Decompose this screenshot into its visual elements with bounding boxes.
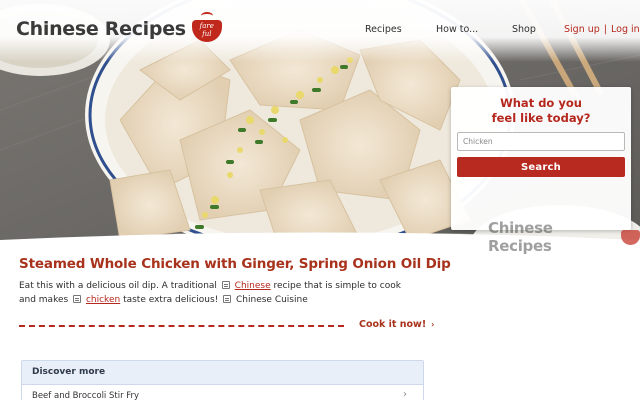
recipe-title[interactable]: Steamed Whole Chicken with Ginger, Sprin… (19, 256, 451, 272)
auth-separator: | (603, 24, 607, 35)
chevron-right-icon: › (403, 389, 407, 400)
cook-it-now-link[interactable]: Cook it now! › (359, 319, 434, 330)
discover-more-panel: Discover more Beef and Broccoli Stir Fry… (21, 360, 424, 400)
search-title-line1: What do you (500, 96, 582, 110)
logo-badge-text: fare ful (199, 22, 214, 38)
tag-icon (221, 281, 230, 289)
watermark-text: Chinese Recipes (488, 219, 553, 255)
nav-recipes[interactable]: Recipes (365, 24, 402, 35)
discover-item[interactable]: Beef and Broccoli Stir Fry › (22, 385, 423, 400)
search-card: What do you feel like today? Search (451, 87, 631, 230)
discover-item-label: Beef and Broccoli Stir Fry (32, 391, 140, 400)
watermark: Chinese Recipes (488, 219, 640, 255)
nav-how-to[interactable]: How to... (436, 24, 478, 35)
cook-it-now-label: Cook it now! (359, 319, 427, 330)
desc-text-1: Eat this with a delicious oil dip. A tra… (19, 281, 217, 291)
cuisine-tag[interactable]: Chinese Cuisine (236, 295, 308, 305)
dotted-divider (19, 325, 344, 327)
bowl-logo-icon: fare ful (191, 12, 222, 44)
auth-links: Sign up | Log in (564, 24, 640, 35)
nav-shop[interactable]: Shop (512, 24, 536, 35)
signup-link[interactable]: Sign up (564, 24, 600, 35)
site-header: Chinese Recipes fare ful Recipes How to.… (0, 0, 640, 62)
desc-text-3: taste extra delicious! (123, 295, 219, 305)
chinese-link[interactable]: Chinese (235, 281, 271, 291)
discover-more-title: Discover more (22, 361, 423, 385)
recipe-description: Eat this with a delicious oil dip. A tra… (19, 279, 419, 307)
logo-text: Chinese Recipes (16, 18, 186, 40)
login-link[interactable]: Log in (611, 24, 640, 35)
cuisine-tag-icon (223, 295, 232, 303)
chevron-right-icon: › (431, 320, 435, 329)
watermark-bowl-icon (620, 229, 640, 245)
search-input[interactable] (457, 132, 625, 151)
search-title: What do you feel like today? (451, 96, 631, 126)
tag-icon (73, 295, 82, 303)
search-title-line2: feel like today? (491, 111, 591, 125)
chicken-link[interactable]: chicken (86, 295, 120, 305)
search-button[interactable]: Search (457, 157, 625, 177)
site-logo[interactable]: Chinese Recipes fare ful (16, 12, 222, 44)
